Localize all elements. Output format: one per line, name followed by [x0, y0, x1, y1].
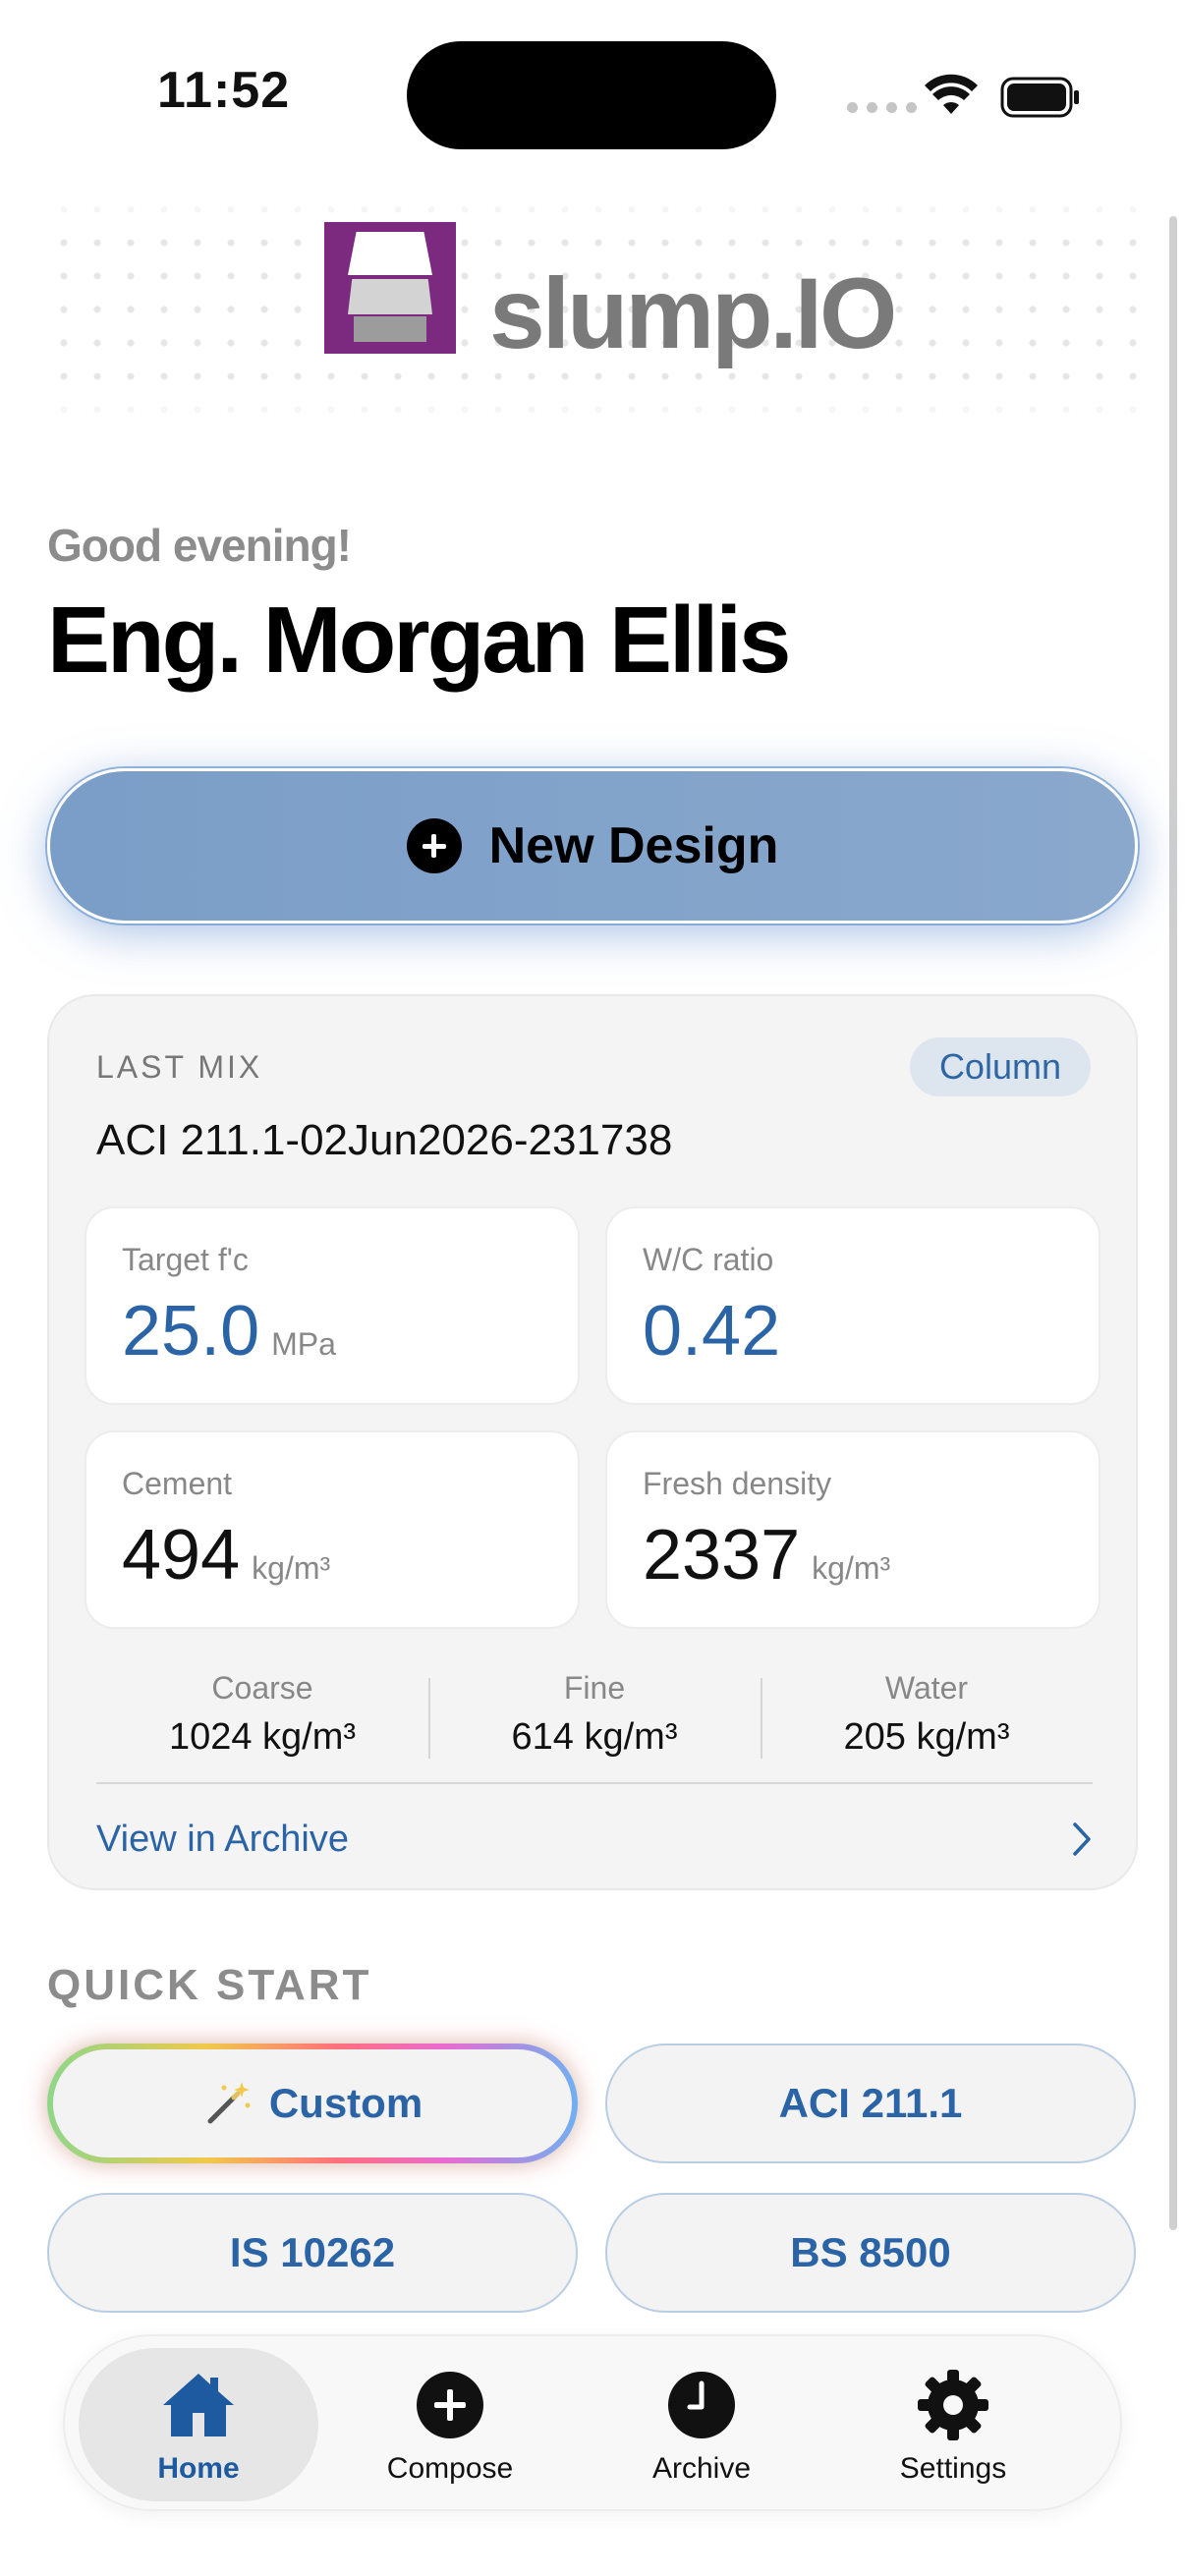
last-mix-card: LAST MIX Column ACI 211.1-02Jun2026-2317… — [47, 994, 1138, 1890]
quick-start-label: Custom — [268, 2080, 423, 2126]
magic-wand-icon — [207, 2082, 251, 2124]
battery-icon — [1000, 77, 1079, 118]
new-design-button[interactable]: New Design — [47, 768, 1138, 924]
tab-label: Archive — [651, 2452, 752, 2485]
tab-label: Home — [157, 2452, 240, 2485]
view-archive-link[interactable]: View in Archive — [96, 1812, 1093, 1867]
tab-label: Compose — [386, 2452, 514, 2485]
quick-start-bs-button[interactable]: BS 8500 — [605, 2193, 1136, 2313]
clock-icon — [668, 2372, 735, 2438]
tab-label: Settings — [899, 2452, 1007, 2485]
signal-icon — [847, 102, 917, 113]
stat-fresh-density: Fresh density 2337 kg/m³ — [605, 1430, 1100, 1629]
stat-value: 0.42 — [643, 1292, 781, 1371]
tab-archive[interactable]: Archive — [582, 2348, 821, 2501]
quick-start-label: ACI 211.1 — [778, 2080, 963, 2126]
stat-value: 2337 — [643, 1516, 801, 1595]
app-logo — [324, 222, 456, 354]
tab-settings[interactable]: Settings — [833, 2348, 1073, 2501]
plus-circle-icon — [406, 818, 462, 873]
new-design-label: New Design — [488, 817, 779, 874]
user-name: Eng. Morgan Ellis — [47, 588, 791, 693]
chevron-right-icon — [1073, 1822, 1091, 1856]
aggregate-value: 614 kg/m³ — [511, 1716, 678, 1758]
aggregate-label: Water — [884, 1670, 969, 1706]
structure-type-badge: Column — [909, 1037, 1091, 1096]
quick-start-custom-button[interactable]: Custom — [47, 2044, 578, 2163]
stat-label: Fresh density — [643, 1466, 832, 1501]
tab-bar: Home Compose Archive Settings — [63, 2334, 1122, 2511]
aggregate-coarse: Coarse 1024 kg/m³ — [96, 1670, 428, 1759]
stat-value: 25.0 — [122, 1292, 260, 1371]
tab-compose[interactable]: Compose — [330, 2348, 570, 2501]
house-icon — [163, 2374, 234, 2436]
scroll-indicator[interactable] — [1169, 216, 1177, 2230]
app-name: slump.IO — [489, 257, 897, 369]
quick-start-aci-button[interactable]: ACI 211.1 — [605, 2044, 1136, 2163]
card-divider — [96, 1782, 1093, 1784]
plus-circle-icon — [417, 2372, 483, 2438]
dynamic-island — [407, 41, 776, 149]
aggregate-value: 205 kg/m³ — [843, 1716, 1010, 1758]
gear-icon — [918, 2370, 988, 2440]
aggregate-water: Water 205 kg/m³ — [761, 1670, 1093, 1759]
stat-label: W/C ratio — [643, 1242, 774, 1277]
quick-start-label: BS 8500 — [790, 2229, 951, 2275]
stat-wc-ratio: W/C ratio 0.42 — [605, 1206, 1100, 1405]
wifi-icon — [925, 74, 978, 114]
aggregate-label: Coarse — [211, 1670, 313, 1706]
mix-id: ACI 211.1-02Jun2026-231738 — [96, 1116, 673, 1164]
status-time: 11:52 — [157, 62, 291, 119]
stat-unit: kg/m³ — [252, 1550, 331, 1586]
aggregate-value: 1024 kg/m³ — [168, 1716, 357, 1758]
aggregate-label: Fine — [563, 1670, 626, 1706]
last-mix-title: LAST MIX — [96, 1049, 263, 1085]
greeting-text: Good evening! — [47, 520, 352, 571]
stat-unit: kg/m³ — [812, 1550, 891, 1586]
aggregates-row: Coarse 1024 kg/m³ Fine 614 kg/m³ Water 2… — [96, 1670, 1093, 1759]
view-archive-label: View in Archive — [96, 1818, 349, 1860]
quick-start-is-button[interactable]: IS 10262 — [47, 2193, 578, 2313]
stat-label: Target f'c — [122, 1242, 249, 1277]
stat-target-strength: Target f'c 25.0 MPa — [85, 1206, 580, 1405]
stat-cement: Cement 494 kg/m³ — [85, 1430, 580, 1629]
aggregate-fine: Fine 614 kg/m³ — [428, 1670, 761, 1759]
tab-home[interactable]: Home — [79, 2348, 318, 2501]
quick-start-title: QUICK START — [47, 1961, 372, 2009]
stat-unit: MPa — [271, 1326, 336, 1362]
quick-start-label: IS 10262 — [229, 2229, 396, 2275]
stat-label: Cement — [122, 1466, 233, 1501]
stat-value: 494 — [122, 1516, 241, 1595]
